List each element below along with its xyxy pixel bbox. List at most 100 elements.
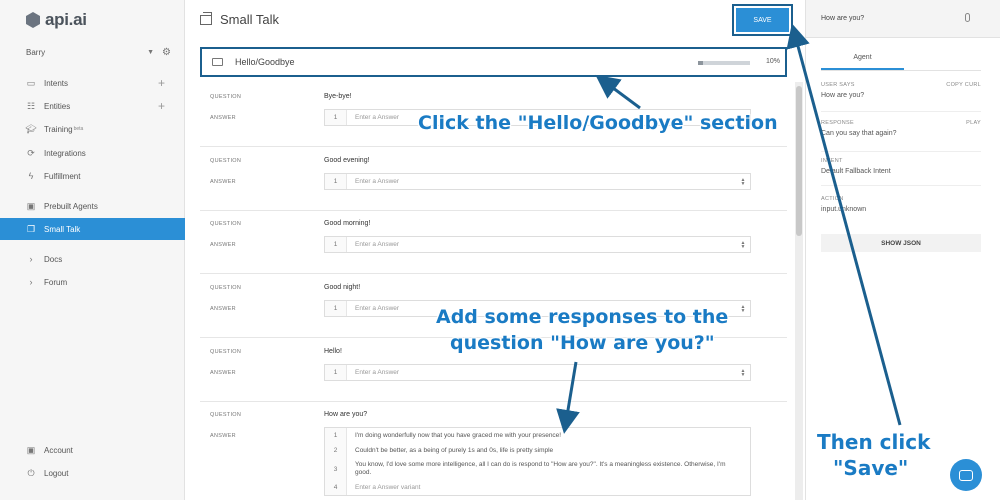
answer-row[interactable]: 1 I'm doing wonderfully now that you have… (325, 428, 750, 443)
copy-curl-link[interactable]: COPY CURL (946, 82, 981, 88)
action-label: ACTION (821, 196, 844, 202)
sidebar-item-training[interactable]: 🎓︎ Training beta (0, 118, 185, 140)
stepper-icon[interactable]: ▲ ▼ (739, 177, 747, 186)
stepper-icon[interactable]: ▲ ▼ (739, 240, 747, 249)
sidebar-item-forum[interactable]: › Forum (0, 271, 185, 293)
chevron-right-icon: › (29, 254, 33, 264)
answer-number: 1 (325, 365, 347, 380)
sidebar-item-entities[interactable]: ☷ Entities + (0, 95, 185, 117)
logo-text: api.ai (45, 10, 87, 29)
intent-block: INTENT Default Fallback Intent (821, 158, 981, 186)
sidebar-item-small-talk[interactable]: ❐ Small Talk (0, 218, 185, 240)
section-hello-goodbye[interactable]: Hello/Goodbye 10% (200, 47, 787, 77)
answer-input[interactable]: Enter a Answer variant (347, 484, 750, 491)
answer-number: 1 (325, 428, 347, 443)
answer-number: 3 (325, 458, 347, 480)
main-scrollbar[interactable] (795, 82, 803, 500)
sidebar-item-label: Small Talk (44, 224, 81, 234)
response-label: RESPONSE (821, 120, 854, 126)
save-button[interactable]: SAVE (732, 4, 793, 36)
annotation-add-responses-line1: Add some responses to the (436, 306, 729, 328)
page-title: Small Talk (200, 11, 280, 27)
answer-label: ANSWER (210, 370, 236, 376)
answer-row[interactable]: 1 Enter a Answer ▲ ▼ (325, 237, 750, 252)
show-json-button[interactable]: SHOW JSON (821, 234, 981, 252)
progress-fill (698, 61, 704, 65)
sidebar-item-intents[interactable]: ▭ Intents + (0, 72, 185, 94)
stepper-icon[interactable]: ▲ ▼ (739, 368, 747, 377)
logo[interactable]: api.ai (26, 10, 87, 30)
section-progress-bar (698, 61, 750, 65)
annotation-then-click-line2: "Save" (833, 456, 909, 480)
prebuilt-icon: ▣ (26, 200, 36, 211)
answer-input[interactable]: Enter a Answer (347, 369, 739, 376)
question-label: QUESTION (210, 285, 242, 291)
caret-down-icon[interactable]: ▼ (147, 49, 154, 56)
section-title: Hello/Goodbye (235, 57, 295, 67)
microphone-icon[interactable] (965, 13, 970, 22)
user-says-label: USER SAYS (821, 82, 855, 88)
answer-row[interactable]: 1 Enter a Answer ▲ ▼ (325, 365, 750, 380)
answer-input[interactable]: Enter a Answer (347, 241, 739, 248)
answer-input[interactable]: Enter a Answer (347, 178, 739, 185)
add-entity-button[interactable]: + (158, 99, 165, 113)
sidebar-item-account[interactable]: ▣ Account (0, 439, 185, 461)
question-text: Bye-bye! (324, 93, 352, 100)
question-text: Good night! (324, 284, 361, 291)
question-label: QUESTION (210, 94, 242, 100)
answer-label: ANSWER (210, 242, 236, 248)
answer-number: 1 (325, 301, 347, 316)
answer-input[interactable]: You know, I'd love some more intelligenc… (347, 458, 750, 477)
question-label: QUESTION (210, 158, 242, 164)
test-query-text: How are you? (821, 15, 865, 22)
beta-badge: beta (73, 126, 84, 132)
answer-input[interactable]: Couldn't be better, as a being of purely… (347, 447, 750, 454)
answer-row[interactable]: 4 Enter a Answer variant (325, 480, 750, 495)
intent-label: INTENT (821, 158, 843, 164)
answer-row[interactable]: 3 You know, I'd love some more intelligen… (325, 458, 750, 480)
answer-number: 4 (325, 480, 347, 495)
answer-input[interactable]: I'm doing wonderfully now that you have … (347, 432, 750, 439)
qa-block: QUESTION How are you? ANSWER 1 I'm doing … (200, 403, 787, 500)
scrollbar-thumb[interactable] (796, 86, 802, 236)
response-block: RESPONSE PLAY Can you say that again? (821, 120, 981, 152)
chevron-right-icon: › (29, 277, 33, 287)
intent-value[interactable]: Default Fallback Intent (821, 168, 981, 175)
answer-number: 1 (325, 174, 347, 189)
question-text: How are you? (324, 411, 368, 418)
answer-number: 2 (325, 443, 347, 458)
response-value: Can you say that again? (821, 130, 897, 137)
answer-row[interactable]: 1 Enter a Answer ▲ ▼ (325, 174, 750, 189)
answer-box: 1 Enter a Answer ▲ ▼ (324, 364, 751, 381)
add-intent-button[interactable]: + (158, 76, 165, 90)
answer-row[interactable]: 2 Couldn't be better, as a being of purel… (325, 443, 750, 458)
answer-label: ANSWER (210, 179, 236, 185)
sidebar-item-docs[interactable]: › Docs (0, 248, 185, 270)
chat-support-button[interactable] (950, 459, 982, 491)
test-query-input[interactable]: How are you? (806, 0, 1000, 38)
sidebar-item-label: Training (44, 124, 73, 134)
gear-icon[interactable]: ⚙ (162, 47, 171, 58)
account-icon: ▣ (26, 444, 36, 455)
stepper-icon[interactable]: ▲ ▼ (739, 304, 747, 313)
agent-selector[interactable]: Barry ▼ ⚙ (26, 47, 171, 58)
sidebar-item-fulfillment[interactable]: ϟ Fulfillment (0, 165, 185, 187)
action-value: input.unknown (821, 206, 867, 213)
tab-agent[interactable]: Agent (821, 46, 904, 70)
annotation-click-section: Click the "Hello/Goodbye" section (418, 112, 778, 134)
chat-icon (959, 469, 973, 481)
integrations-icon: ⟳ (27, 147, 35, 158)
answer-number: 1 (325, 237, 347, 252)
question-label: QUESTION (210, 349, 242, 355)
section-progress-text: 10% (766, 58, 781, 65)
qa-block: QUESTION Good evening! ANSWER 1 Enter a A… (200, 149, 787, 211)
page-title-text: Small Talk (220, 12, 280, 27)
training-icon: 🎓︎ (25, 123, 37, 134)
sidebar-item-label: Entities (44, 101, 71, 111)
sidebar-item-label: Intents (44, 78, 69, 88)
question-label: QUESTION (210, 412, 242, 418)
sidebar-item-prebuilt-agents[interactable]: ▣ Prebuilt Agents (0, 195, 185, 217)
sidebar-item-integrations[interactable]: ⟳ Integrations (0, 142, 185, 164)
sidebar-item-logout[interactable]: ⏻ Logout (0, 462, 185, 484)
play-link[interactable]: PLAY (966, 120, 981, 126)
